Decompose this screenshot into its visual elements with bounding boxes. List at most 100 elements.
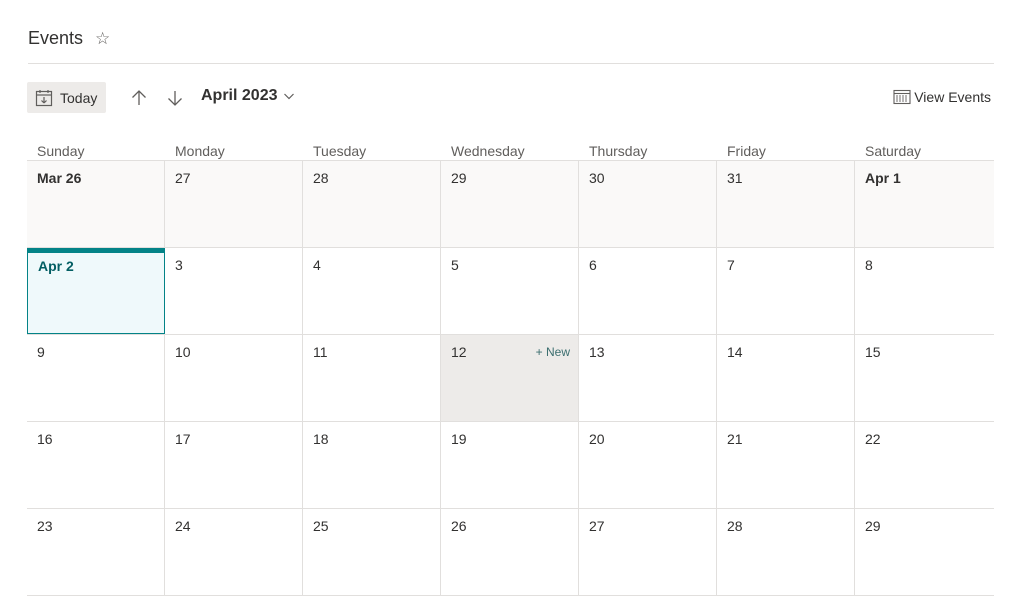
title-row: Events ☆ <box>28 28 110 49</box>
day-number: 7 <box>727 257 735 273</box>
week-row: 23 24 25 26 27 28 29 <box>27 509 994 596</box>
page-title: Events <box>28 28 84 48</box>
view-events-button[interactable]: View Events <box>893 89 991 105</box>
day-cell[interactable]: 22 <box>855 422 994 508</box>
today-label: Today <box>60 89 98 106</box>
day-cell[interactable]: 8 <box>855 248 994 334</box>
title-divider <box>28 63 994 64</box>
day-cell[interactable]: 6 <box>579 248 717 334</box>
day-cell[interactable]: 24 <box>165 509 303 595</box>
day-cell[interactable]: 23 <box>27 509 165 595</box>
day-cell[interactable]: 29 <box>855 509 994 595</box>
today-button[interactable]: Today <box>27 82 106 113</box>
day-number: 4 <box>313 257 321 273</box>
day-cell[interactable]: 14 <box>717 335 855 421</box>
day-number: 26 <box>451 518 467 534</box>
day-number: 8 <box>865 257 873 273</box>
day-number: 9 <box>37 344 45 360</box>
day-cell[interactable]: 28 <box>717 509 855 595</box>
day-cell[interactable]: 27 <box>579 509 717 595</box>
day-number: 24 <box>175 518 191 534</box>
day-number: 29 <box>865 518 881 534</box>
day-number: 30 <box>589 170 605 186</box>
day-cell[interactable]: 5 <box>441 248 579 334</box>
day-cell[interactable]: 29 <box>441 161 579 247</box>
day-number: 21 <box>727 431 743 447</box>
day-number: 10 <box>175 344 191 360</box>
day-cell[interactable]: 18 <box>303 422 441 508</box>
star-icon[interactable]: ☆ <box>95 30 110 47</box>
day-number: 20 <box>589 431 605 447</box>
weekday-header: Saturday <box>865 143 922 159</box>
next-month-button[interactable] <box>162 85 188 111</box>
calendar-toolbar: Today April 2023 View Events <box>27 82 994 114</box>
month-picker[interactable]: April 2023 <box>201 87 295 105</box>
day-cell[interactable]: 12 + New <box>441 335 579 421</box>
day-cell[interactable]: 11 <box>303 335 441 421</box>
day-number: 28 <box>727 518 743 534</box>
calendar-weeks: Mar 26 27 28 29 30 31 Apr 1 Apr 2 3 4 5 6 7 8 9 10 11 12 +… <box>27 161 994 596</box>
chevron-down-icon <box>283 90 295 102</box>
day-number: 19 <box>451 431 467 447</box>
day-number: 31 <box>727 170 743 186</box>
day-number: Apr 1 <box>865 170 901 186</box>
day-cell[interactable]: Apr 1 <box>855 161 994 247</box>
calendar-grid-icon <box>893 89 911 105</box>
day-number: Mar 26 <box>37 170 82 186</box>
day-number: 25 <box>313 518 329 534</box>
day-cell[interactable]: 10 <box>165 335 303 421</box>
week-row: Mar 26 27 28 29 30 31 Apr 1 <box>27 161 994 248</box>
day-number: 13 <box>589 344 605 360</box>
weekday-header: Tuesday <box>313 143 367 159</box>
day-cell-today[interactable]: Apr 2 <box>27 248 165 334</box>
day-cell[interactable]: 20 <box>579 422 717 508</box>
day-cell[interactable]: 25 <box>303 509 441 595</box>
day-number: 11 <box>313 344 328 360</box>
day-number: 3 <box>175 257 183 273</box>
day-cell[interactable]: 26 <box>441 509 579 595</box>
day-number: 6 <box>589 257 597 273</box>
weekday-header: Sunday <box>37 143 85 159</box>
weekday-header: Wednesday <box>451 143 525 159</box>
day-cell[interactable]: Mar 26 <box>27 161 165 247</box>
weekday-header: Monday <box>175 143 225 159</box>
day-cell[interactable]: 3 <box>165 248 303 334</box>
day-cell[interactable]: 30 <box>579 161 717 247</box>
events-page: Events ☆ Today April 2023 View Events Su… <box>0 0 1024 608</box>
day-cell[interactable]: 7 <box>717 248 855 334</box>
day-number: 16 <box>37 431 53 447</box>
weekday-header: Friday <box>727 143 766 159</box>
new-event-link[interactable]: + New <box>536 345 570 359</box>
day-number: 27 <box>589 518 605 534</box>
day-number: 29 <box>451 170 467 186</box>
day-cell[interactable]: 21 <box>717 422 855 508</box>
day-number: 23 <box>37 518 53 534</box>
day-cell[interactable]: 13 <box>579 335 717 421</box>
day-cell[interactable]: 19 <box>441 422 579 508</box>
day-cell[interactable]: 27 <box>165 161 303 247</box>
day-number: 27 <box>175 170 191 186</box>
day-number: 28 <box>313 170 329 186</box>
day-number: 17 <box>175 431 191 447</box>
day-number: 12 <box>451 344 467 360</box>
day-number: 22 <box>865 431 881 447</box>
arrow-down-icon <box>166 89 184 107</box>
calendar-today-icon <box>35 89 53 107</box>
day-cell[interactable]: 4 <box>303 248 441 334</box>
day-number: Apr 2 <box>38 258 74 274</box>
day-cell[interactable]: 28 <box>303 161 441 247</box>
day-cell[interactable]: 31 <box>717 161 855 247</box>
month-label: April 2023 <box>201 87 278 104</box>
day-cell[interactable]: 17 <box>165 422 303 508</box>
day-number: 18 <box>313 431 329 447</box>
view-events-label: View Events <box>914 89 991 105</box>
day-number: 5 <box>451 257 459 273</box>
day-cell[interactable]: 16 <box>27 422 165 508</box>
day-number: 15 <box>865 344 881 360</box>
week-row: 9 10 11 12 + New 13 14 15 <box>27 335 994 422</box>
day-number: 14 <box>727 344 743 360</box>
previous-month-button[interactable] <box>126 85 152 111</box>
day-cell[interactable]: 15 <box>855 335 994 421</box>
day-cell[interactable]: 9 <box>27 335 165 421</box>
weekday-header-row: Sunday Monday Tuesday Wednesday Thursday… <box>27 140 994 161</box>
